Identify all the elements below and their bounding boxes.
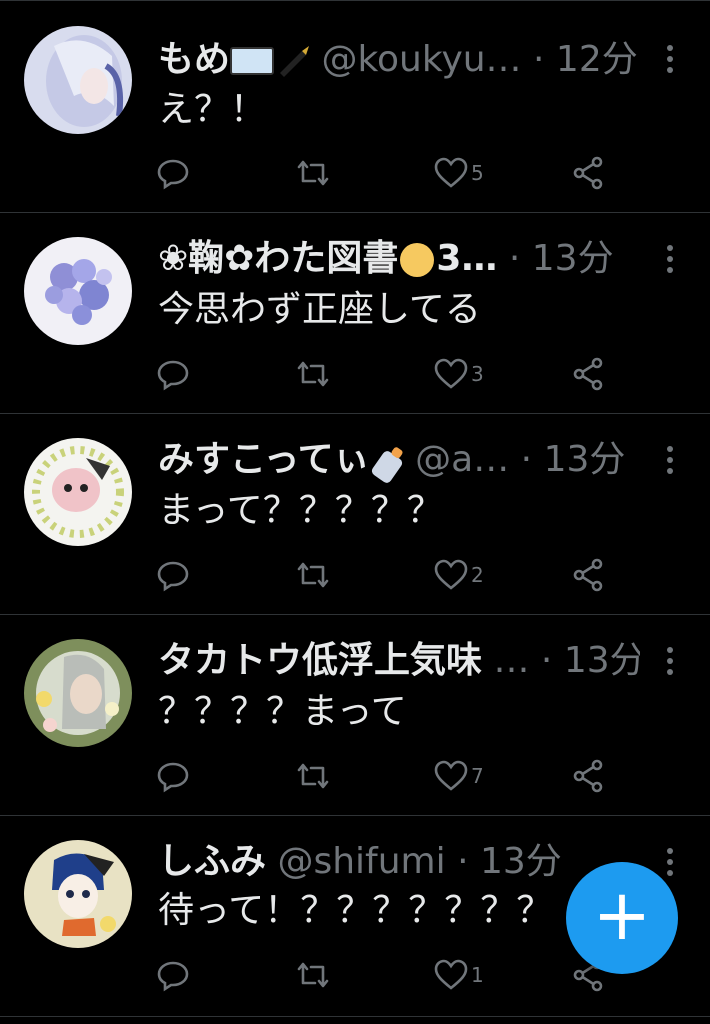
tweet[interactable]: もめ @koukyu… · 12分 え？！ 5 [0,0,710,213]
avatar[interactable] [24,26,132,134]
plus-icon: + [592,874,652,956]
display-name[interactable]: みすこってぃ [158,439,370,480]
tweet-actions: 1 [155,955,625,995]
tweet-text: まって？？？？？ [158,490,443,531]
heart-icon [434,559,468,590]
heart-icon [434,358,468,389]
timestamp[interactable]: 13分 [564,640,640,681]
tweet-text: 今思わず正座してる [158,289,481,330]
reply-icon [157,561,189,592]
tweet[interactable]: タカトウ低浮上気味 … · 13分 ？？？？まって 7 [0,615,710,816]
share-button[interactable] [570,756,606,796]
avatar[interactable] [24,237,132,345]
timestamp[interactable]: 13分 [480,841,562,882]
user-handle[interactable]: @shifumi [277,841,445,882]
like-count: 5 [471,161,484,185]
tweet[interactable]: みすこってぃ @a… · 13分 まって？？？？？ 2 [0,414,710,615]
retweet-button[interactable] [295,153,331,193]
share-icon [573,156,603,190]
reply-button[interactable] [155,354,191,394]
reply-button[interactable] [155,153,191,193]
separator-dot: · [540,640,553,681]
book-emoji-icon [230,47,275,75]
like-button[interactable]: 1 [433,955,484,995]
share-icon [573,357,603,391]
display-name[interactable]: しふみ [158,841,266,882]
display-name[interactable]: ❀鞠✿わた図書 [158,238,398,279]
like-count: 3 [471,362,484,386]
reply-button[interactable] [155,555,191,595]
like-button[interactable]: 5 [433,153,484,193]
tweet-actions: 2 [155,555,625,595]
reply-icon [157,360,189,391]
tweet-header: しふみ @shifumi · 13分 [158,840,640,884]
reply-icon [157,762,189,793]
tweet[interactable]: ❀鞠✿わた図書 3… · 13分 今思わず正座してる 3 [0,213,710,414]
timestamp[interactable]: 12分 [556,39,638,80]
user-handle[interactable]: @koukyu… [321,39,521,80]
separator-dot: · [533,39,545,80]
like-count: 1 [471,963,484,987]
tweet-text: ？？？？まって [158,691,407,732]
timestamp[interactable]: 13分 [532,238,614,279]
share-button[interactable] [570,555,606,595]
share-button[interactable] [570,153,606,193]
yellow-circle-emoji-icon [400,243,435,277]
like-count: 2 [471,563,484,587]
more-options-icon[interactable] [660,848,680,878]
tweet-header: もめ @koukyu… · 12分 [158,38,640,82]
more-options-icon[interactable] [660,45,680,75]
share-icon [573,558,603,592]
compose-tweet-button[interactable]: + [566,862,678,974]
display-name[interactable]: タカトウ低浮上気味 [158,640,482,681]
heart-icon [434,760,468,791]
retweet-icon [297,962,329,988]
separator-dot: · [457,841,469,882]
heart-icon [434,157,468,188]
tweet-header: みすこってぃ @a… · 13分 [158,438,640,483]
like-button[interactable]: 3 [433,354,484,394]
retweet-button[interactable] [295,955,331,995]
display-name-overflow: 3… [436,238,498,279]
more-options-icon[interactable] [660,446,680,476]
user-handle[interactable]: @a… [415,439,509,480]
tweet-actions: 5 [155,153,625,193]
reply-icon [157,159,189,190]
retweet-button[interactable] [295,756,331,796]
pen-emoji-icon [280,46,310,77]
tweet-header: タカトウ低浮上気味 … · 13分 [158,639,640,683]
tweet-actions: 3 [155,354,625,394]
reply-button[interactable] [155,955,191,995]
retweet-button[interactable] [295,354,331,394]
timestamp[interactable]: 13分 [544,439,626,480]
retweet-icon [297,361,329,387]
user-handle[interactable]: … [493,640,529,681]
display-name[interactable]: もめ [158,39,230,80]
heart-icon [434,959,468,990]
share-button[interactable] [570,354,606,394]
retweet-icon [297,562,329,588]
more-options-icon[interactable] [660,647,680,677]
retweet-button[interactable] [295,555,331,595]
tweet-text: え？！ [158,89,267,130]
retweet-icon [297,763,329,789]
avatar[interactable] [24,438,132,546]
retweet-icon [297,160,329,186]
like-button[interactable]: 2 [433,555,484,595]
tweet-header: ❀鞠✿わた図書 3… · 13分 [158,237,640,281]
separator-dot: · [508,238,521,279]
tweet-actions: 7 [155,756,625,796]
reply-button[interactable] [155,756,191,796]
avatar[interactable] [24,639,132,747]
tweet-text: 待って！？？？？？？？ [158,890,553,931]
avatar[interactable] [24,840,132,948]
like-count: 7 [471,764,484,788]
share-icon [573,759,603,793]
baby-bottle-emoji-icon [371,447,403,483]
more-options-icon[interactable] [660,245,680,275]
separator-dot: · [520,439,533,480]
reply-icon [157,961,189,992]
like-button[interactable]: 7 [433,756,484,796]
